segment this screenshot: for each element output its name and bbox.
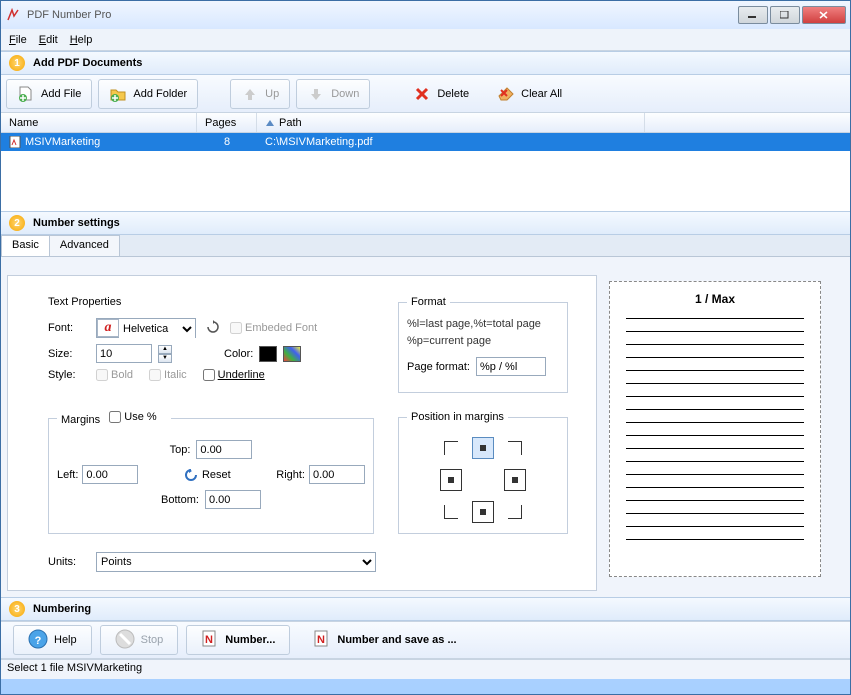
menubar: File Edit Help — [1, 29, 850, 51]
number-saveas-icon: N — [313, 630, 331, 651]
number-button[interactable]: N Number... — [186, 625, 290, 655]
pos-tl[interactable] — [440, 437, 462, 459]
pos-bl[interactable] — [440, 501, 462, 523]
svg-text:?: ? — [35, 635, 42, 647]
bold-checkbox — [96, 369, 108, 381]
pos-tc[interactable] — [472, 437, 494, 459]
size-input[interactable] — [96, 344, 152, 363]
delete-icon — [413, 85, 431, 103]
stop-icon — [115, 629, 135, 652]
reset-icon — [184, 468, 198, 482]
add-file-icon — [17, 85, 35, 103]
help-button[interactable]: ? Help — [13, 625, 92, 655]
margin-left-input[interactable] — [82, 465, 138, 484]
embed-font-checkbox — [230, 322, 242, 334]
text-properties-group: Text Properties Font: a Helvetica Embede… — [48, 296, 374, 387]
maximize-button[interactable] — [770, 6, 800, 24]
color-picker-button[interactable] — [283, 346, 301, 362]
reset-button[interactable]: Reset — [184, 468, 231, 482]
section-number-settings: 2 Number settings — [1, 211, 850, 235]
section-1-label: Add PDF Documents — [33, 57, 142, 69]
tab-advanced[interactable]: Advanced — [49, 235, 120, 256]
section-3-label: Numbering — [33, 603, 91, 615]
add-folder-button[interactable]: Add Folder — [98, 79, 198, 109]
page-format-input[interactable] — [476, 357, 546, 376]
settings-tabs: Basic Advanced — [1, 235, 850, 257]
pos-ml[interactable] — [440, 469, 462, 491]
font-icon: a — [97, 319, 119, 337]
pos-mr[interactable] — [504, 469, 526, 491]
svg-text:N: N — [317, 634, 325, 646]
color-swatch[interactable] — [259, 346, 277, 362]
pos-br[interactable] — [504, 501, 526, 523]
add-file-button[interactable]: Add File — [6, 79, 92, 109]
delete-button[interactable]: Delete — [402, 79, 480, 109]
margin-bottom-input[interactable] — [205, 490, 261, 509]
col-name[interactable]: Name — [1, 113, 197, 132]
number-save-as-button[interactable]: N Number and save as ... — [298, 625, 471, 655]
pos-bc[interactable] — [472, 501, 494, 523]
italic-checkbox — [149, 369, 161, 381]
step-2-badge: 2 — [9, 215, 25, 231]
menu-help[interactable]: Help — [70, 34, 93, 46]
menu-edit[interactable]: Edit — [39, 34, 58, 46]
numbering-toolbar: ? Help Stop N Number... N Number and sav… — [1, 621, 850, 659]
clear-all-icon — [497, 85, 515, 103]
table-row[interactable]: MSIVMarketing 8 C:\MSIVMarketing.pdf — [1, 133, 850, 151]
status-bar: Select 1 file MSIVMarketing — [1, 659, 850, 679]
pos-mc — [472, 469, 494, 491]
refresh-icon[interactable] — [206, 320, 220, 337]
number-icon: N — [201, 630, 219, 651]
margins-group: Margins Use % Top: Left: — [48, 411, 374, 534]
section-add-documents: 1 Add PDF Documents — [1, 51, 850, 75]
add-folder-icon — [109, 85, 127, 103]
preview-pane: 1 / Max — [609, 281, 821, 577]
section-numbering: 3 Numbering — [1, 597, 850, 621]
stop-button: Stop — [100, 625, 179, 655]
size-spinner[interactable]: ▲▼ — [158, 345, 172, 363]
step-1-badge: 1 — [9, 55, 25, 71]
units-select[interactable]: Points — [96, 552, 376, 572]
arrow-up-icon — [241, 85, 259, 103]
position-group: Position in margins — [398, 411, 568, 534]
file-list[interactable]: MSIVMarketing 8 C:\MSIVMarketing.pdf — [1, 133, 850, 211]
titlebar: PDF Number Pro — [1, 1, 850, 29]
arrow-down-icon — [307, 85, 325, 103]
file-list-header: Name Pages Path — [1, 113, 850, 133]
underline-checkbox[interactable] — [203, 369, 215, 381]
tab-basic[interactable]: Basic — [1, 235, 50, 256]
margin-top-input[interactable] — [196, 440, 252, 459]
app-title: PDF Number Pro — [27, 9, 738, 21]
pos-tr[interactable] — [504, 437, 526, 459]
minimize-button[interactable] — [738, 6, 768, 24]
format-group: Format %l=last page,%t=total page %p=cur… — [398, 296, 568, 393]
down-button[interactable]: Down — [296, 79, 370, 109]
help-icon: ? — [28, 629, 48, 652]
col-pages[interactable]: Pages — [197, 113, 257, 132]
app-icon — [5, 7, 21, 23]
documents-toolbar: Add File Add Folder Up Down Delete Clear… — [1, 75, 850, 113]
svg-text:N: N — [205, 634, 213, 646]
font-select[interactable]: Helvetica — [119, 319, 195, 339]
margin-right-input[interactable] — [309, 465, 365, 484]
col-path[interactable]: Path — [257, 113, 645, 132]
pdf-file-icon — [9, 136, 21, 148]
use-percent-checkbox[interactable] — [109, 411, 121, 423]
section-2-label: Number settings — [33, 217, 120, 229]
close-button[interactable] — [802, 6, 846, 24]
menu-file[interactable]: File — [9, 34, 27, 46]
sort-asc-icon — [265, 118, 275, 128]
step-3-badge: 3 — [9, 601, 25, 617]
clear-all-button[interactable]: Clear All — [486, 79, 573, 109]
up-button[interactable]: Up — [230, 79, 290, 109]
